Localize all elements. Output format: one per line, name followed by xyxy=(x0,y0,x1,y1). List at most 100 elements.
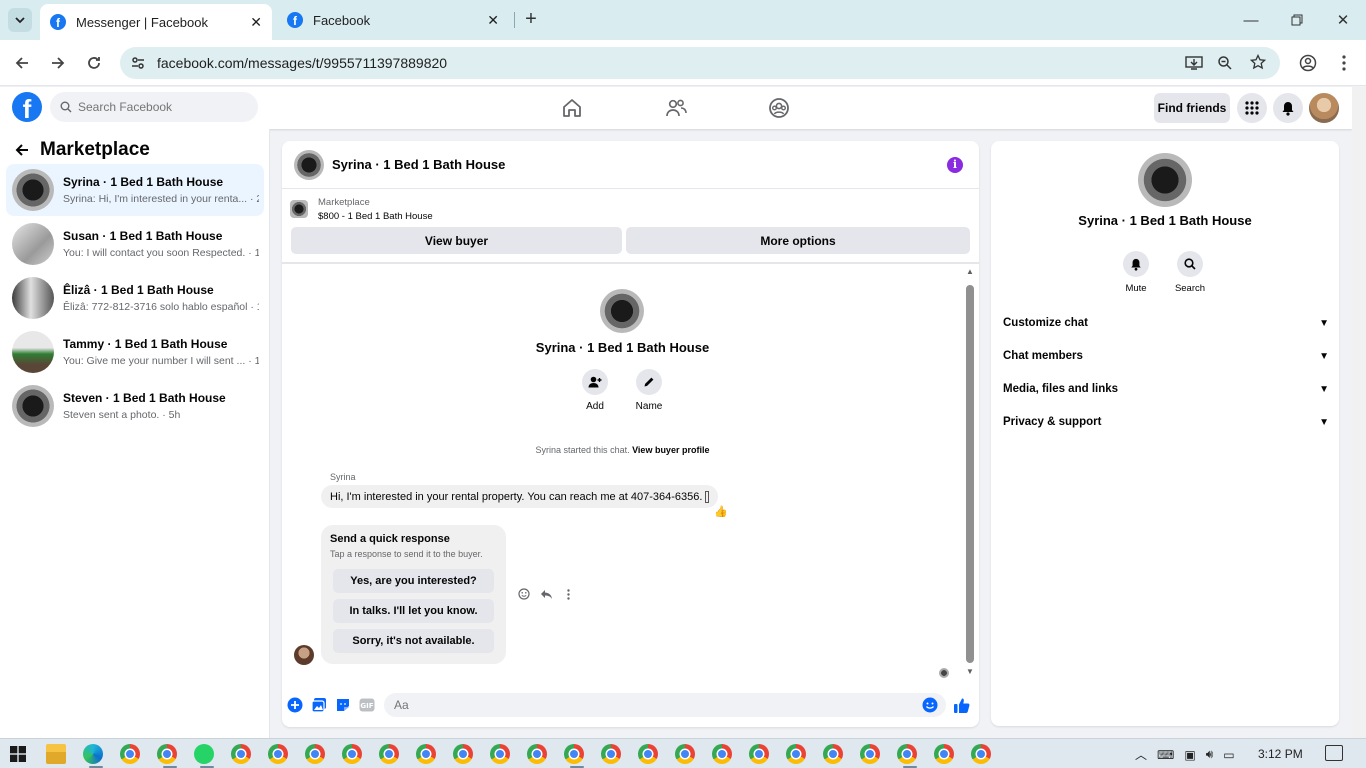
quick-response-in-talks[interactable]: In talks. I'll let you know. xyxy=(333,599,494,623)
add-button[interactable]: Add xyxy=(565,369,625,412)
message-input[interactable] xyxy=(394,698,914,712)
media-files-links-section[interactable]: Media, files and links ▼ xyxy=(1003,375,1329,403)
more-attachments-button[interactable] xyxy=(286,696,304,714)
more-options-button[interactable]: More options xyxy=(626,227,970,254)
chat-members-section[interactable]: Chat members ▼ xyxy=(1003,342,1329,370)
search-in-chat-button[interactable]: Search xyxy=(1165,251,1215,294)
groups-icon[interactable] xyxy=(768,97,790,119)
clock[interactable]: 3:12 PM xyxy=(1258,747,1303,761)
facebook-search-box[interactable] xyxy=(50,92,258,122)
whatsapp-icon[interactable] xyxy=(194,744,214,764)
view-buyer-button[interactable]: View buyer xyxy=(291,227,622,254)
quick-response-interested[interactable]: Yes, are you interested? xyxy=(333,569,494,593)
chrome-icon[interactable] xyxy=(416,744,436,764)
more-actions-button[interactable] xyxy=(557,587,579,601)
menu-button[interactable] xyxy=(1237,93,1267,123)
chrome-icon[interactable] xyxy=(342,744,362,764)
bookmark-star-icon[interactable] xyxy=(1250,54,1266,70)
chrome-icon[interactable] xyxy=(157,744,177,764)
meet-now-icon[interactable]: ▣ xyxy=(1184,748,1195,762)
close-window-button[interactable]: ✕ xyxy=(1331,8,1355,32)
message-reaction[interactable]: 👍 xyxy=(714,505,728,518)
message-scrollbar-thumb[interactable] xyxy=(966,285,974,663)
chrome-icon[interactable] xyxy=(231,744,251,764)
scroll-down-arrow[interactable]: ▼ xyxy=(965,667,975,676)
file-explorer-icon[interactable] xyxy=(46,744,66,764)
chrome-icon[interactable] xyxy=(675,744,695,764)
windows-start-icon[interactable] xyxy=(10,746,26,762)
page-scrollbar[interactable] xyxy=(1352,87,1366,738)
close-tab-icon[interactable]: ✕ xyxy=(487,12,499,29)
chevron-up-icon[interactable]: ︿ xyxy=(1135,746,1147,763)
reload-button[interactable] xyxy=(82,51,106,75)
chrome-icon[interactable] xyxy=(268,744,288,764)
conversation-item-eliza[interactable]: Êlizâ · 1 Bed 1 Bath House Êlizâ: 772-812… xyxy=(6,272,264,324)
chrome-icon[interactable] xyxy=(379,744,399,764)
profile-button[interactable] xyxy=(1296,51,1320,75)
zoom-icon[interactable] xyxy=(1217,55,1233,71)
chrome-icon[interactable] xyxy=(897,744,917,764)
facebook-logo[interactable]: f xyxy=(12,92,42,122)
omnibox[interactable]: facebook.com/messages/t/9955711397889820 xyxy=(120,47,1280,79)
info-icon[interactable]: i xyxy=(947,157,963,173)
quick-response-not-available[interactable]: Sorry, it's not available. xyxy=(333,629,494,653)
restore-button[interactable] xyxy=(1285,8,1309,32)
tab-search-button[interactable] xyxy=(8,8,32,32)
chrome-icon[interactable] xyxy=(601,744,621,764)
mute-button[interactable]: Mute xyxy=(1111,251,1161,294)
name-button[interactable]: Name xyxy=(619,369,679,412)
conversation-item-syrina[interactable]: Syrina · 1 Bed 1 Bath House Syrina: Hi, I… xyxy=(6,164,264,216)
network-icon[interactable]: ▭ xyxy=(1223,748,1234,762)
customize-chat-section[interactable]: Customize chat ▼ xyxy=(1003,309,1329,337)
chrome-icon[interactable] xyxy=(490,744,510,764)
scroll-up-arrow[interactable]: ▲ xyxy=(965,267,975,276)
chrome-icon[interactable] xyxy=(638,744,658,764)
reply-button[interactable] xyxy=(535,587,557,601)
close-tab-icon[interactable]: ✕ xyxy=(250,14,262,31)
chrome-icon[interactable] xyxy=(860,744,880,764)
message-input-box[interactable] xyxy=(384,693,946,717)
notifications-button[interactable] xyxy=(1273,93,1303,123)
chrome-icon[interactable] xyxy=(934,744,954,764)
conversation-item-tammy[interactable]: Tammy · 1 Bed 1 Bath House You: Give me y… xyxy=(6,326,264,378)
tab-messenger[interactable]: f Messenger | Facebook ✕ xyxy=(40,4,272,40)
volume-icon[interactable]: 🔊︎ xyxy=(1206,747,1214,762)
minimize-button[interactable]: — xyxy=(1239,8,1263,32)
gif-button[interactable]: GIF xyxy=(358,696,376,714)
chrome-icon[interactable] xyxy=(453,744,473,764)
browser-menu-button[interactable] xyxy=(1332,51,1356,75)
send-like-button[interactable] xyxy=(952,696,970,714)
chrome-icon[interactable] xyxy=(712,744,732,764)
chat-header-avatar[interactable] xyxy=(294,149,324,180)
conversation-item-susan[interactable]: Susan · 1 Bed 1 Bath House You: I will co… xyxy=(6,218,264,270)
notification-center-icon[interactable] xyxy=(1325,745,1343,761)
facebook-search-input[interactable] xyxy=(78,100,248,114)
chrome-icon[interactable] xyxy=(527,744,547,764)
back-button[interactable] xyxy=(10,51,34,75)
emoji-icon[interactable] xyxy=(922,697,938,713)
site-settings-icon[interactable] xyxy=(130,55,146,71)
friends-icon[interactable] xyxy=(665,97,687,119)
chrome-icon[interactable] xyxy=(749,744,769,764)
conversation-item-steven[interactable]: Steven · 1 Bed 1 Bath House Steven sent a… xyxy=(6,380,264,432)
chrome-icon[interactable] xyxy=(786,744,806,764)
view-buyer-profile-link[interactable]: View buyer profile xyxy=(632,445,709,455)
privacy-support-section[interactable]: Privacy & support ▼ xyxy=(1003,408,1329,436)
chrome-icon[interactable] xyxy=(564,744,584,764)
edge-icon[interactable] xyxy=(83,744,103,764)
install-app-icon[interactable] xyxy=(1185,55,1203,71)
account-avatar[interactable] xyxy=(1309,93,1339,123)
chrome-icon[interactable] xyxy=(971,744,991,764)
chrome-icon[interactable] xyxy=(823,744,843,764)
new-tab-button[interactable]: + xyxy=(520,8,542,30)
forward-button[interactable] xyxy=(46,51,70,75)
chat-title[interactable]: Syrina · 1 Bed 1 Bath House xyxy=(332,157,505,172)
network-device-icon[interactable]: ⌨ xyxy=(1157,748,1174,762)
find-friends-button[interactable]: Find friends xyxy=(1154,93,1230,123)
react-button[interactable] xyxy=(513,587,535,601)
home-icon[interactable] xyxy=(561,97,583,119)
attach-photo-button[interactable] xyxy=(310,696,328,714)
chrome-icon[interactable] xyxy=(120,744,140,764)
sticker-button[interactable] xyxy=(334,696,352,714)
listing-summary[interactable]: Marketplace $800 - 1 Bed 1 Bath House xyxy=(290,197,433,222)
